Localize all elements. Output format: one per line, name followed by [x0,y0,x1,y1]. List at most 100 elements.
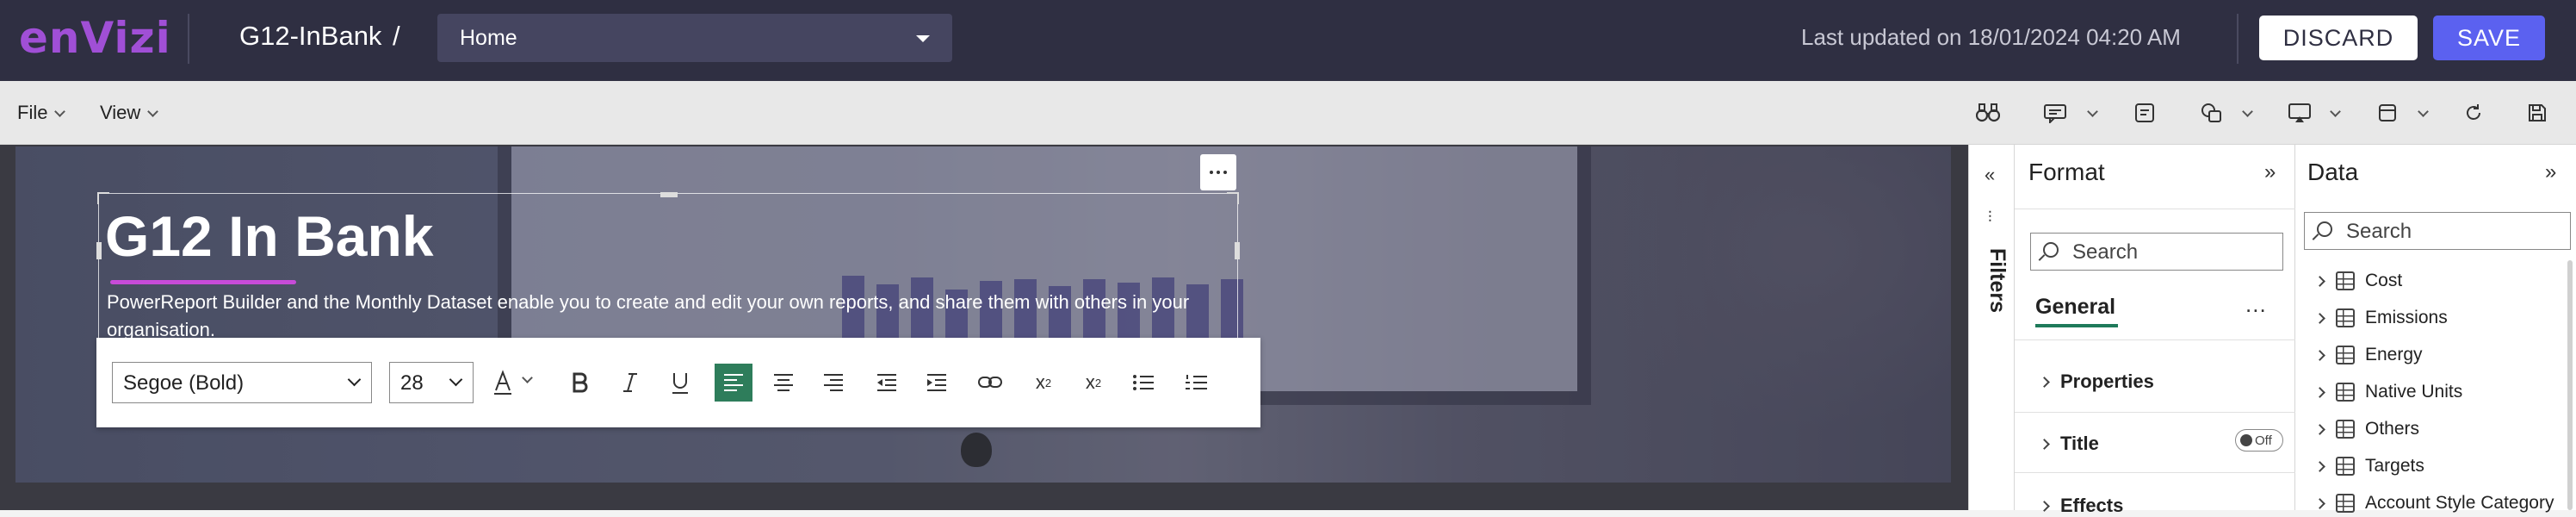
superscript-button[interactable]: x2 [1025,364,1062,402]
chevron-down-icon[interactable] [2087,106,2098,117]
font-color-button[interactable] [484,364,522,402]
section-effects[interactable]: Effects [2039,495,2124,517]
text-format-toolbar: Segoe (Bold) 28 x2 x2 [96,338,1260,427]
numbered-list-button[interactable] [1178,364,1216,402]
chevron-right-icon [2314,386,2325,398]
data-table-native-units[interactable]: Native Units [2314,382,2463,402]
chevron-right-icon [2039,377,2050,388]
notes-icon[interactable] [2132,100,2158,126]
font-size-select[interactable]: 28 [389,362,474,403]
section-title[interactable]: Title [2039,433,2099,455]
chevron-down-icon[interactable] [2418,106,2429,117]
shapes-icon[interactable] [2199,100,2225,126]
file-menu-label: File [17,102,48,123]
tab-general-indicator [2035,324,2118,327]
envizi-logo: enVizi [19,13,171,63]
font-size-value: 28 [400,371,424,395]
report-subtitle[interactable]: PowerReport Builder and the Monthly Data… [107,289,1217,344]
font-family-value: Segoe (Bold) [123,371,245,395]
resize-handle[interactable] [1227,192,1239,204]
data-table-emissions[interactable]: Emissions [2314,308,2448,328]
page-select-value: Home [460,26,517,50]
breadcrumb-separator: / [393,21,400,51]
data-pane: Data » Search Cost Emissions Energy Nati… [2295,145,2576,513]
increase-indent-button[interactable] [918,364,956,402]
more-options-icon[interactable]: ... [2245,291,2267,318]
menu-bar: File View [0,81,2576,145]
data-table-energy[interactable]: Energy [2314,345,2423,365]
data-pane-title: Data [2307,159,2359,185]
chevron-down-icon[interactable] [522,372,533,383]
section-title-label: Title [2060,433,2099,454]
comment-icon[interactable] [2042,100,2068,126]
header-divider [188,14,189,64]
search-icon [2317,221,2332,237]
data-table-account-style-category[interactable]: Account Style Category [2314,493,2554,514]
expand-right-icon[interactable]: » [2264,160,2276,184]
binoculars-icon[interactable] [1975,100,2001,126]
chevron-right-icon [2314,460,2325,472]
file-menu[interactable]: File [17,102,66,124]
chevron-right-icon [2314,497,2325,509]
refresh-icon[interactable] [2461,100,2486,126]
section-properties-label: Properties [2060,371,2154,392]
font-family-select[interactable]: Segoe (Bold) [112,362,372,403]
filters-label[interactable]: Filters [1985,248,2009,313]
data-pane-scrollbar[interactable] [2567,260,2573,510]
resize-handle[interactable] [96,242,102,259]
decrease-indent-button[interactable] [868,364,906,402]
title-toggle[interactable]: Off [2235,429,2283,452]
table-icon [2336,420,2355,439]
table-icon [2336,383,2355,402]
resize-handle[interactable] [660,192,678,197]
save-button[interactable]: SAVE [2433,16,2545,60]
last-updated-text: Last updated on 18/01/2024 04:20 AM [1801,24,2181,50]
data-item-label: Native Units [2365,382,2463,402]
tab-general[interactable]: General [2035,295,2115,320]
report-name: G12-InBank [239,21,382,51]
bold-button[interactable] [561,364,599,402]
report-title[interactable]: G12 In Bank [105,203,433,269]
chevron-right-icon [2314,275,2325,287]
filter-icon: ⫶ [1988,209,1992,226]
italic-button[interactable] [611,364,649,402]
underline-button[interactable] [661,364,699,402]
data-item-label: Cost [2365,271,2403,290]
subscript-button[interactable]: x2 [1074,364,1112,402]
collapse-left-icon[interactable]: « [1985,164,1995,186]
chevron-right-icon [2314,349,2325,361]
chevron-down-icon [449,372,463,387]
chevron-down-icon [147,106,159,117]
visual-icon[interactable] [2287,100,2313,126]
bullet-list-button[interactable] [1124,364,1162,402]
expand-right-icon[interactable]: » [2545,160,2556,184]
view-menu[interactable]: View [100,102,159,124]
page-icon[interactable] [2375,100,2400,126]
format-search-input[interactable]: Search [2030,233,2283,271]
link-icon[interactable] [971,364,1009,402]
save-icon[interactable] [2524,100,2550,126]
chevron-down-icon[interactable] [2242,106,2253,117]
filters-pane-collapsed[interactable]: « ⫶ Filters [1968,145,2015,510]
spellcheck-underline [110,280,296,284]
data-table-cost[interactable]: Cost [2314,271,2403,291]
page-select[interactable]: Home [437,14,952,62]
section-effects-label: Effects [2060,495,2124,516]
section-properties[interactable]: Properties [2039,371,2154,393]
title-toggle-label: Off [2255,433,2272,448]
format-search-placeholder: Search [2072,240,2139,264]
align-right-button[interactable] [814,364,852,402]
data-item-label: Energy [2365,345,2423,364]
discard-button[interactable]: DISCARD [2259,16,2418,60]
more-options-button[interactable] [1200,154,1236,190]
resize-handle[interactable] [1235,242,1240,259]
align-center-button[interactable] [765,364,802,402]
align-left-button[interactable] [715,364,752,402]
data-item-label: Others [2365,419,2420,439]
data-search-input[interactable]: Search [2304,212,2571,250]
header-divider-right [2237,14,2239,64]
resize-handle[interactable] [97,192,109,204]
data-table-others[interactable]: Others [2314,419,2420,439]
data-table-targets[interactable]: Targets [2314,456,2424,477]
chevron-down-icon[interactable] [2330,106,2341,117]
